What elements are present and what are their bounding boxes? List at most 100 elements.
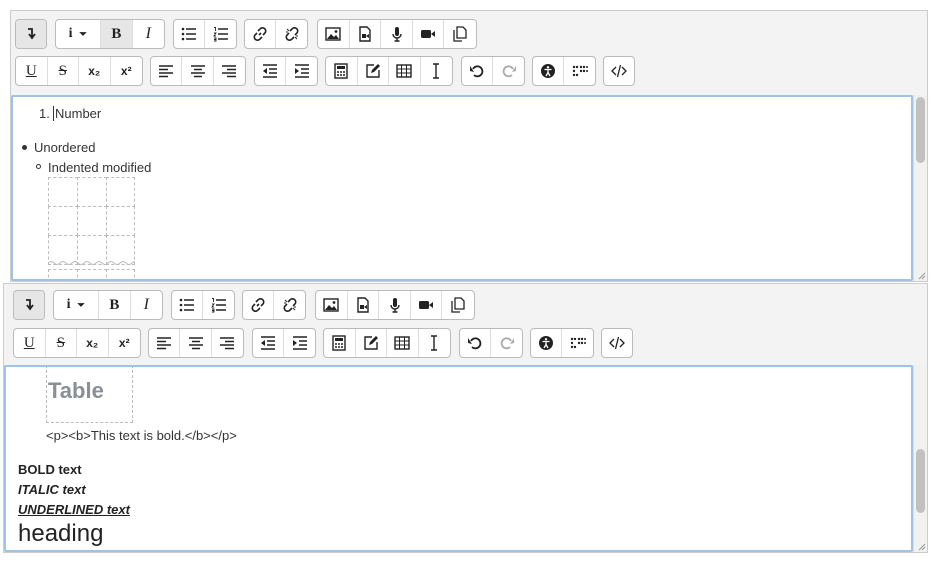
table-cell[interactable] — [48, 269, 78, 279]
table-button[interactable] — [389, 57, 421, 85]
info-icon: i — [68, 26, 73, 41]
collapse-toolbar-button[interactable] — [14, 291, 44, 319]
image-button[interactable] — [316, 291, 348, 319]
toolbar-group-access — [530, 328, 594, 358]
record-video-button[interactable] — [411, 291, 443, 319]
ordered-list-button[interactable] — [203, 291, 234, 319]
indent-button[interactable] — [284, 329, 315, 357]
edit-button[interactable] — [356, 329, 387, 357]
unlink-button[interactable] — [276, 20, 307, 48]
scrollbar-thumb[interactable] — [916, 97, 925, 163]
collapse-toolbar-button[interactable] — [16, 20, 46, 48]
scrollbar[interactable] — [913, 95, 927, 281]
link-button[interactable] — [245, 20, 277, 48]
editor-content-area[interactable]: Table <p><b>This text is bold.</b></p> B… — [4, 365, 913, 552]
link-icon — [251, 298, 265, 312]
bold-button[interactable]: B — [99, 291, 131, 319]
placeholder-table[interactable] — [48, 177, 135, 279]
table-cell[interactable] — [106, 206, 135, 236]
subscript-icon: x₂ — [86, 336, 99, 350]
toolbar-group-media — [317, 19, 477, 49]
resize-handle-icon[interactable] — [916, 541, 926, 551]
image-button[interactable] — [318, 20, 350, 48]
toolbar-group-collapse — [15, 19, 47, 49]
table-cell[interactable] — [106, 269, 135, 279]
bullet-list-icon — [179, 298, 194, 312]
table-cell[interactable] — [48, 177, 78, 207]
code-icon — [611, 64, 627, 78]
unordered-list-button[interactable] — [172, 291, 204, 319]
align-left-button[interactable] — [151, 57, 183, 85]
scrollbar-thumb[interactable] — [916, 449, 925, 513]
outdent-button[interactable] — [255, 57, 287, 85]
italic-button[interactable]: I — [131, 291, 162, 319]
record-audio-button[interactable] — [381, 20, 413, 48]
table-cell[interactable] — [77, 206, 107, 236]
scrollbar[interactable] — [913, 365, 927, 552]
align-right-button[interactable] — [212, 329, 243, 357]
underline-icon: U — [23, 334, 35, 351]
table-cell[interactable] — [106, 177, 135, 207]
unordered-list-button[interactable] — [174, 20, 206, 48]
toolbar-group-insert — [325, 56, 453, 86]
table-icon — [394, 336, 410, 350]
equation-button[interactable] — [326, 57, 358, 85]
redo-button[interactable] — [491, 329, 522, 357]
bold-button[interactable]: B — [101, 20, 133, 48]
pencil-square-icon — [364, 336, 378, 350]
ordered-list-button[interactable] — [205, 20, 236, 48]
edit-button[interactable] — [358, 57, 389, 85]
clear-formatting-button[interactable] — [421, 57, 452, 85]
screenreader-helper-button[interactable] — [564, 57, 595, 85]
align-right-button[interactable] — [214, 57, 245, 85]
accessibility-checker-button[interactable] — [533, 57, 565, 85]
media-button[interactable] — [348, 291, 380, 319]
bullet-circle-icon — [36, 164, 41, 169]
pencil-square-icon — [366, 64, 380, 78]
media-button[interactable] — [350, 20, 382, 48]
align-center-button[interactable] — [180, 329, 212, 357]
subscript-button[interactable]: x₂ — [77, 329, 109, 357]
paragraph-style-button[interactable]: i — [54, 291, 100, 319]
unlink-button[interactable] — [274, 291, 305, 319]
undo-button[interactable] — [462, 57, 494, 85]
record-video-button[interactable] — [413, 20, 445, 48]
clear-formatting-button[interactable] — [419, 329, 450, 357]
align-center-button[interactable] — [182, 57, 214, 85]
indent-button[interactable] — [286, 57, 317, 85]
microphone-icon — [391, 27, 402, 42]
undo-icon — [470, 65, 484, 78]
paragraph-style-button[interactable]: i — [56, 20, 102, 48]
table-cell[interactable] — [48, 206, 78, 236]
html-source-button[interactable] — [602, 329, 632, 357]
toolbar-group-history — [461, 56, 525, 86]
strikethrough-button[interactable]: S — [48, 57, 79, 85]
table-cell[interactable] — [77, 269, 107, 279]
superscript-button[interactable]: x² — [111, 57, 142, 85]
manage-files-button[interactable] — [442, 291, 474, 319]
toolbar-group-access — [532, 56, 596, 86]
text-cursor-icon — [431, 335, 438, 351]
bold-icon: B — [109, 296, 120, 313]
outdent-button[interactable] — [253, 329, 285, 357]
strikethrough-button[interactable]: S — [46, 329, 77, 357]
undo-button[interactable] — [460, 329, 492, 357]
equation-button[interactable] — [324, 329, 356, 357]
redo-button[interactable] — [493, 57, 524, 85]
link-button[interactable] — [243, 291, 275, 319]
screenreader-helper-button[interactable] — [562, 329, 593, 357]
resize-handle-icon[interactable] — [916, 270, 926, 280]
underline-button[interactable]: U — [14, 329, 46, 357]
italic-button[interactable]: I — [133, 20, 164, 48]
superscript-button[interactable]: x² — [109, 329, 140, 357]
accessibility-checker-button[interactable] — [531, 329, 563, 357]
underline-button[interactable]: U — [16, 57, 48, 85]
align-left-button[interactable] — [149, 329, 181, 357]
manage-files-button[interactable] — [444, 20, 476, 48]
table-cell[interactable] — [77, 177, 107, 207]
record-audio-button[interactable] — [379, 291, 411, 319]
html-source-button[interactable] — [604, 57, 634, 85]
table-button[interactable] — [387, 329, 419, 357]
subscript-button[interactable]: x₂ — [79, 57, 111, 85]
editor-content-area[interactable]: 1. Number Unordered Indented modified — [11, 95, 913, 281]
